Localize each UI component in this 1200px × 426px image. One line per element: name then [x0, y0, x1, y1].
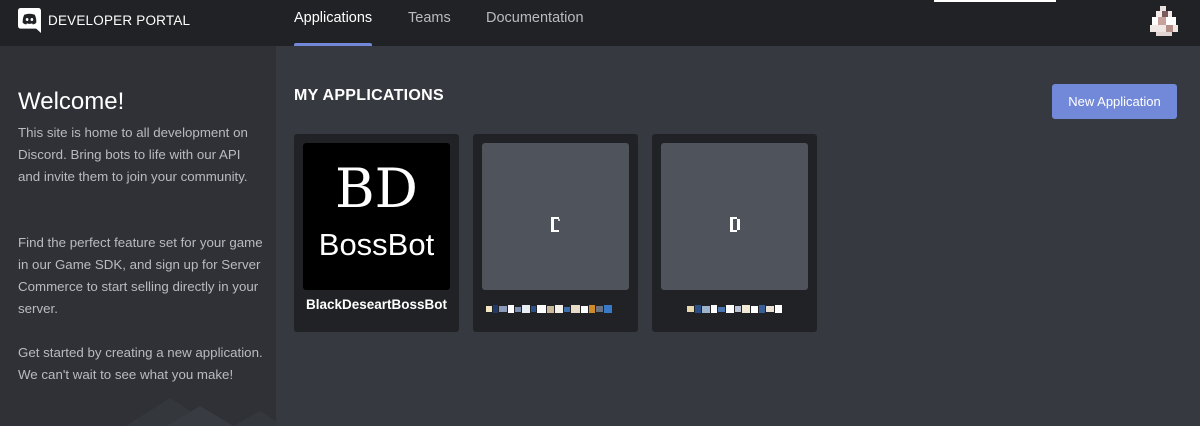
welcome-paragraph: Find the perfect feature set for your ga… [18, 235, 263, 316]
user-avatar[interactable] [1150, 6, 1178, 36]
active-tab-indicator [294, 43, 372, 46]
welcome-title: Welcome! [18, 88, 125, 115]
discord-logo-icon [18, 7, 41, 33]
new-application-button[interactable]: New Application [1052, 84, 1177, 119]
app-icon: BD BossBot [303, 143, 450, 290]
welcome-sidebar: Welcome! This site is home to all develo… [0, 46, 276, 426]
app-icon-text: BD [335, 157, 418, 220]
welcome-paragraph: This site is home to all development on … [18, 125, 248, 184]
application-card[interactable] [652, 134, 817, 332]
app-icon-text: BossBot [318, 227, 435, 262]
brand[interactable]: DEVELOPER PORTAL [18, 7, 190, 33]
top-navigation-bar: DEVELOPER PORTAL Applications Teams Docu… [0, 0, 1200, 46]
redacted-app-name [486, 305, 612, 313]
app-initial-icon [730, 217, 740, 232]
decorative-background-shape [125, 398, 276, 426]
app-icon [661, 143, 808, 290]
app-name: BlackDeseartBossBot [305, 297, 448, 312]
top-highlight-strip [934, 0, 1056, 2]
tab-applications[interactable]: Applications [294, 10, 372, 26]
section-title: MY APPLICATIONS [294, 87, 444, 104]
tab-documentation[interactable]: Documentation [486, 10, 584, 26]
app-initial-icon [551, 217, 560, 232]
redacted-app-name [687, 305, 782, 313]
app-icon [482, 143, 629, 290]
application-card[interactable]: BD BossBot BlackDeseartBossBot [294, 134, 459, 332]
tab-teams[interactable]: Teams [408, 10, 451, 26]
brand-title: DEVELOPER PORTAL [48, 12, 191, 28]
application-card[interactable] [473, 134, 638, 332]
